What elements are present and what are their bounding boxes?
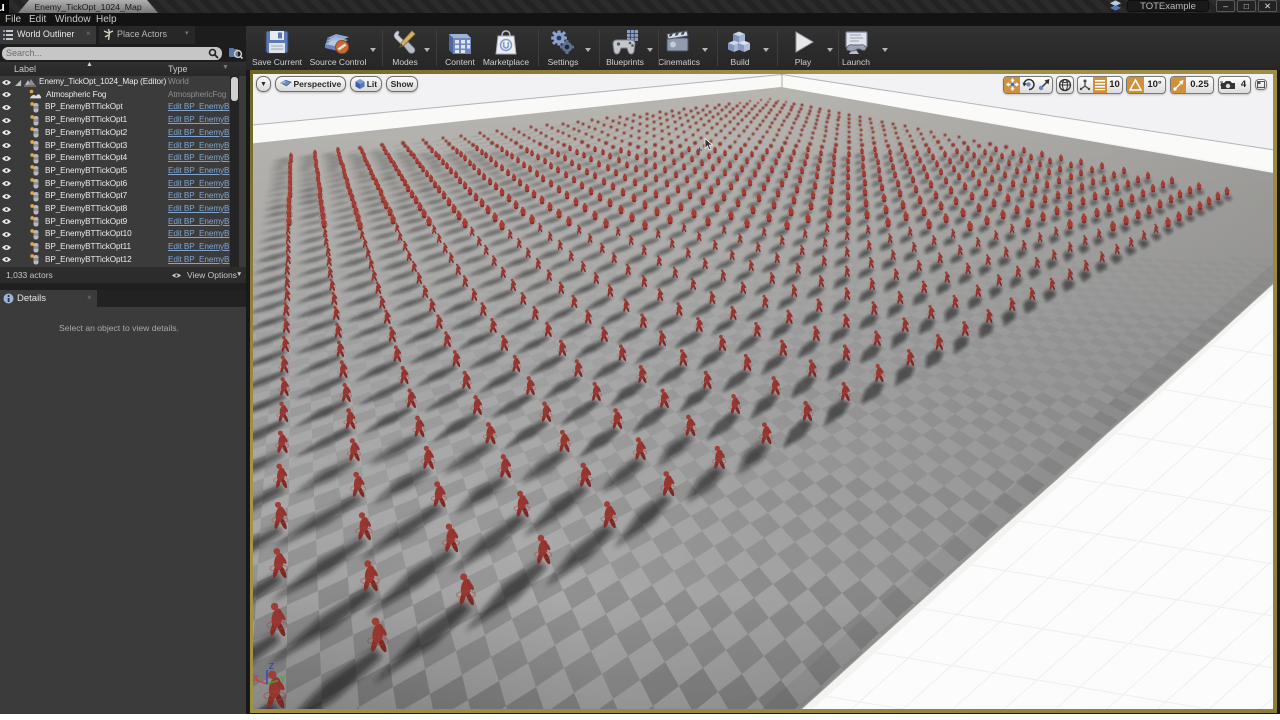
svg-text:Y: Y	[280, 675, 286, 684]
svg-text:X: X	[253, 674, 259, 683]
svg-text:Z: Z	[269, 662, 274, 671]
